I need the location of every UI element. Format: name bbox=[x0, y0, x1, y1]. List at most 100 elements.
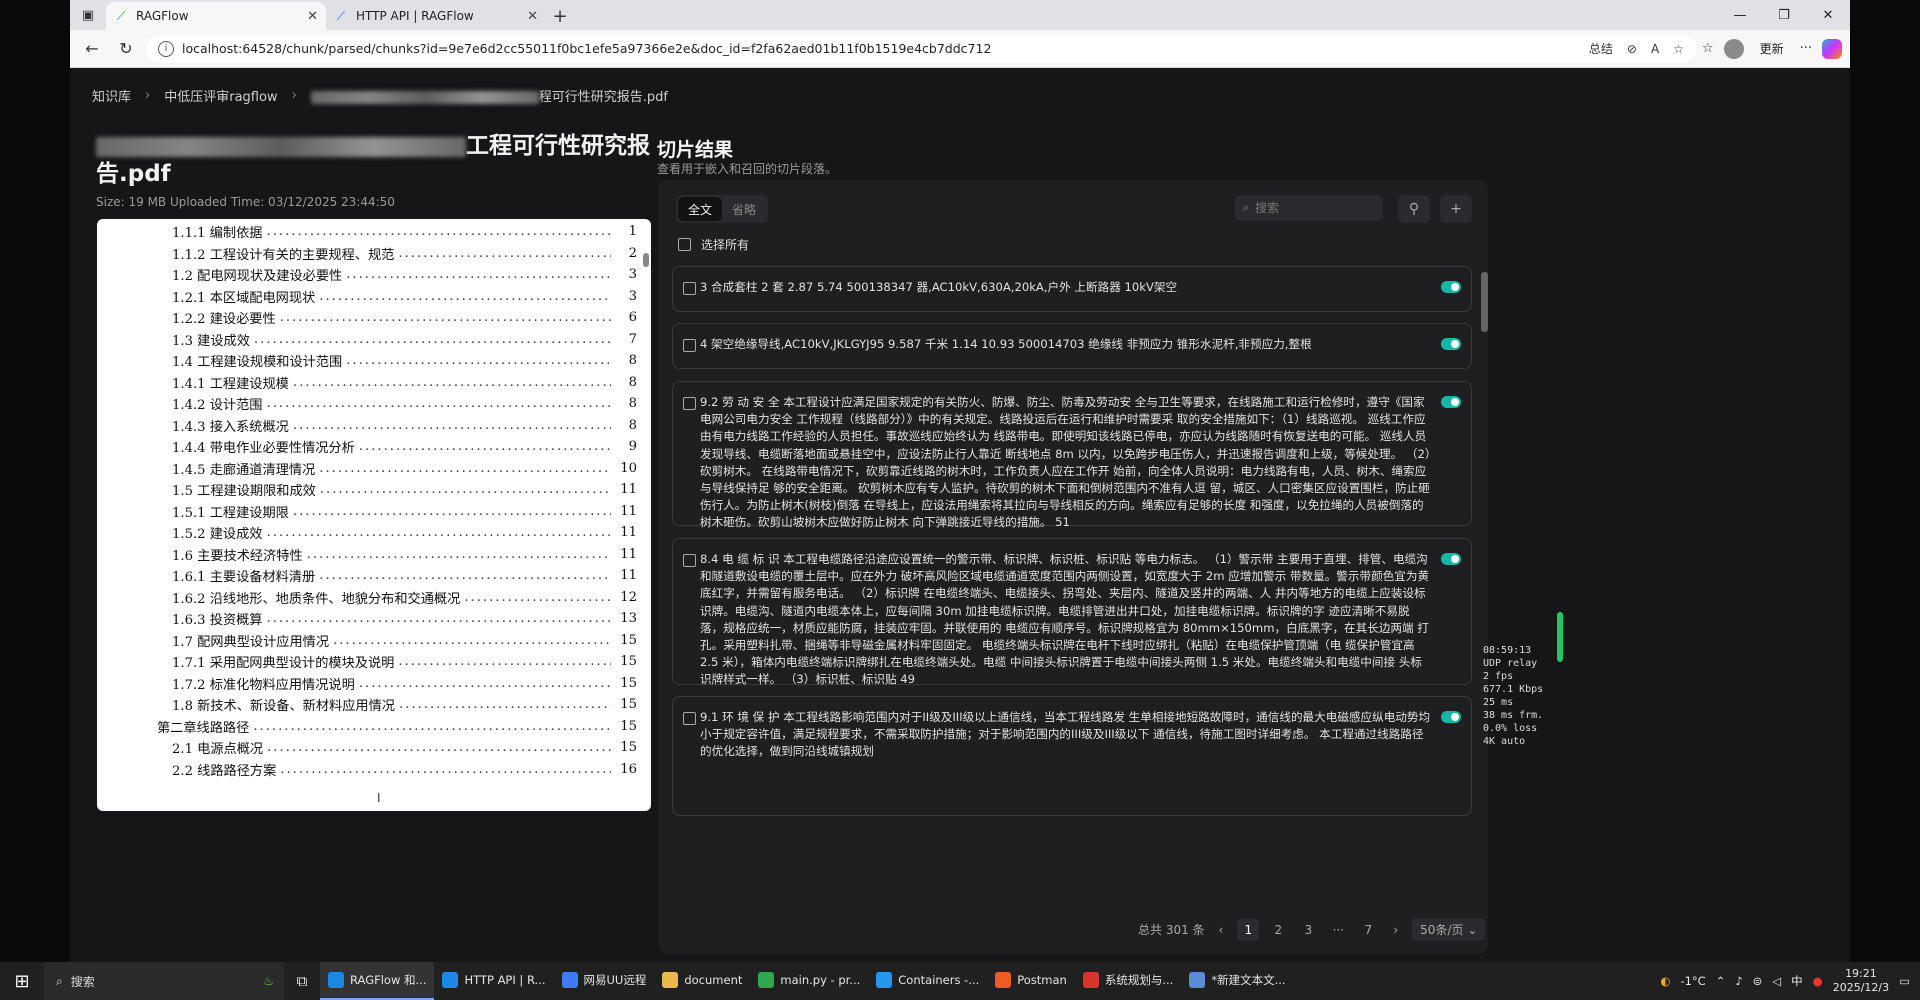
tab-ragflow[interactable]: ⟋ RAGFlow ✕ bbox=[106, 2, 326, 30]
chunk-enabled-toggle[interactable] bbox=[1441, 711, 1461, 723]
translate-icon[interactable]: ⊘ bbox=[1627, 42, 1637, 56]
breadcrumb-knowledge-base[interactable]: 知识库 bbox=[92, 86, 131, 105]
app-icon bbox=[1082, 972, 1099, 988]
page-number[interactable]: 1 bbox=[1237, 918, 1260, 941]
chunk-card[interactable]: 8.4 电 缆 标 识 本工程电缆路径沿途应设置统一的警示带、标识牌、标识桩、标… bbox=[672, 538, 1472, 686]
page-number[interactable]: 3 bbox=[1297, 919, 1319, 941]
ime-indicator[interactable]: 中 bbox=[1791, 973, 1803, 989]
copilot-icon[interactable] bbox=[1822, 38, 1842, 59]
next-page-icon[interactable]: › bbox=[1393, 923, 1398, 937]
window-controls: — ❐ ✕ bbox=[1718, 0, 1850, 30]
reload-icon[interactable]: ↻ bbox=[112, 35, 140, 63]
notification-bell-icon[interactable]: ♪ bbox=[1735, 974, 1742, 988]
taskbar-app[interactable]: main.py - pr... bbox=[750, 962, 868, 1000]
notifications-icon[interactable]: ▭ bbox=[1899, 974, 1910, 988]
favorites-icon[interactable]: ☆ bbox=[1702, 41, 1714, 56]
taskbar-app-label: *新建文本文... bbox=[1211, 973, 1286, 987]
taskbar-app[interactable]: Postman bbox=[987, 962, 1075, 1000]
favorite-star-icon[interactable]: ☆ bbox=[1673, 42, 1684, 56]
taskbar-app[interactable]: document bbox=[654, 962, 750, 1000]
list-scrollbar[interactable] bbox=[1481, 272, 1488, 332]
update-button[interactable]: 更新 bbox=[1754, 40, 1790, 57]
add-chunk-button[interactable]: + bbox=[1440, 195, 1472, 223]
chunk-card[interactable]: 4 架空绝缘导线,AC10kV,JKLGYJ95 9.587 千米 1.14 1… bbox=[672, 323, 1472, 369]
toc-leader: ........................................… bbox=[464, 589, 611, 605]
restore-icon[interactable]: ❐ bbox=[1762, 0, 1806, 30]
close-tab-icon[interactable]: ✕ bbox=[307, 9, 318, 24]
tab-http-api[interactable]: ⟋ HTTP API | RAGFlow ✕ bbox=[326, 2, 546, 30]
taskbar-app[interactable]: *新建文本文... bbox=[1181, 962, 1293, 1000]
stream-stats-overlay: 08:59:13 UDP relay 2 fps 677.1 Kbps 25 ms 38 … bbox=[1483, 644, 1543, 748]
tab-bar: ▣ ⟋ RAGFlow ✕ ⟋ HTTP API | RAGFlow ✕ + —… bbox=[70, 0, 1850, 30]
preview-scrollbar[interactable] bbox=[643, 253, 649, 267]
chunk-checkbox[interactable] bbox=[683, 397, 696, 410]
taskbar-app[interactable]: 系统规划与... bbox=[1075, 962, 1181, 1000]
breadcrumb-kb-name[interactable]: 中低压评审ragflow bbox=[164, 86, 277, 105]
address-bar[interactable]: i localhost:64528/chunk/parsed/chunks?id… bbox=[146, 34, 1696, 63]
toc-leader: ........................................… bbox=[267, 740, 611, 756]
toc-page: 13 bbox=[620, 611, 637, 627]
tab-full-text[interactable]: 全文 bbox=[678, 197, 723, 221]
taskbar-app[interactable]: HTTP API | R... bbox=[434, 962, 553, 1000]
taskbar-app[interactable]: 网易UU远程 bbox=[554, 962, 655, 1000]
chunk-checkbox[interactable] bbox=[683, 712, 696, 725]
task-view-icon[interactable]: ⧉ bbox=[284, 962, 320, 1000]
page-number[interactable]: ··· bbox=[1327, 919, 1349, 941]
weather-icon[interactable]: ◐ bbox=[1660, 974, 1670, 988]
read-aloud-icon[interactable]: A bbox=[1651, 42, 1659, 56]
back-icon[interactable]: ← bbox=[78, 35, 106, 63]
tab-actions-icon[interactable]: ▣ bbox=[70, 0, 106, 30]
weather-temp[interactable]: -1°C bbox=[1680, 974, 1705, 988]
profile-avatar[interactable] bbox=[1723, 38, 1744, 59]
chunk-card[interactable]: 9.2 劳 动 安 全 本工程设计应满足国家规定的有关防火、防爆、防尘、防毒及劳… bbox=[672, 381, 1472, 529]
toc-leader: ........................................… bbox=[358, 439, 611, 455]
document-preview[interactable]: 1.1.1 编制依据..............................… bbox=[97, 219, 651, 811]
taskbar-app[interactable]: Containers -... bbox=[868, 962, 987, 1000]
network-icon[interactable]: ⊜ bbox=[1753, 974, 1763, 988]
select-all-label: 选择所有 bbox=[701, 238, 750, 252]
pagination: 总共 301 条 ‹ 1 2 3 ··· 7 › 50条/页 ⌄ bbox=[1138, 918, 1486, 941]
volume-icon[interactable]: ◁ bbox=[1772, 974, 1781, 988]
tab-ellipsis[interactable]: 省略 bbox=[722, 197, 766, 221]
app-tray-icon[interactable]: ● bbox=[1813, 974, 1823, 988]
chunk-enabled-toggle[interactable] bbox=[1441, 281, 1461, 293]
clock[interactable]: 19:21 2025/12/3 bbox=[1833, 967, 1889, 995]
chunk-enabled-toggle[interactable] bbox=[1441, 338, 1461, 350]
prev-page-icon[interactable]: ‹ bbox=[1219, 923, 1224, 937]
chunk-text: 3 合成套柱 2 套 2.87 5.74 500138347 器,AC10kV,… bbox=[700, 280, 1178, 294]
chunk-card[interactable]: 3 合成套柱 2 套 2.87 5.74 500138347 器,AC10kV,… bbox=[672, 266, 1472, 312]
tab-title: HTTP API | RAGFlow bbox=[356, 9, 474, 23]
taskbar-search[interactable]: ⌕ 搜索 ♨ bbox=[44, 962, 284, 1000]
select-all-checkbox[interactable] bbox=[678, 238, 691, 251]
more-menu-icon[interactable]: ··· bbox=[1800, 41, 1812, 56]
page-number[interactable]: 2 bbox=[1267, 919, 1289, 941]
search-input[interactable] bbox=[1255, 201, 1366, 215]
windows-start-icon[interactable]: ⊞ bbox=[0, 971, 44, 992]
new-tab-button[interactable]: + bbox=[546, 2, 574, 30]
chunk-card[interactable]: 9.1 环 境 保 护 本工程线路影响范围内对于II级及III级以上通信线，当本… bbox=[672, 696, 1472, 816]
minimize-icon[interactable]: — bbox=[1718, 0, 1762, 30]
close-tab-icon[interactable]: ✕ bbox=[527, 9, 538, 24]
chunk-checkbox[interactable] bbox=[683, 282, 696, 295]
summary-button[interactable]: 总结 bbox=[1589, 40, 1613, 57]
chunk-enabled-toggle[interactable] bbox=[1441, 553, 1461, 565]
chunk-checkbox[interactable] bbox=[683, 339, 696, 352]
chunk-enabled-toggle[interactable] bbox=[1441, 396, 1461, 408]
toc-leader: ........................................… bbox=[319, 568, 611, 584]
site-info-icon[interactable]: i bbox=[158, 40, 174, 57]
redacted-block bbox=[310, 91, 539, 104]
filter-button[interactable]: ⚲ bbox=[1398, 195, 1430, 223]
toc-page: 2 bbox=[628, 245, 637, 261]
widgets-icon[interactable]: ♨ bbox=[263, 974, 274, 988]
stat-line: 2 fps bbox=[1483, 671, 1514, 682]
toc-label: 1.4.3 接入系统概况 bbox=[172, 419, 289, 435]
tray-overflow-icon[interactable]: ⌃ bbox=[1716, 974, 1726, 988]
select-all[interactable]: 选择所有 bbox=[678, 236, 749, 253]
toc-row: 2.1 电源点概况...............................… bbox=[97, 737, 637, 759]
close-window-icon[interactable]: ✕ bbox=[1806, 0, 1850, 30]
page-size-select[interactable]: 50条/页 ⌄ bbox=[1412, 918, 1486, 941]
page-number[interactable]: 7 bbox=[1357, 919, 1379, 941]
chunk-checkbox[interactable] bbox=[683, 554, 696, 567]
clock-date: 2025/12/3 bbox=[1832, 981, 1890, 994]
taskbar-app[interactable]: RAGFlow 和... bbox=[320, 962, 435, 1000]
